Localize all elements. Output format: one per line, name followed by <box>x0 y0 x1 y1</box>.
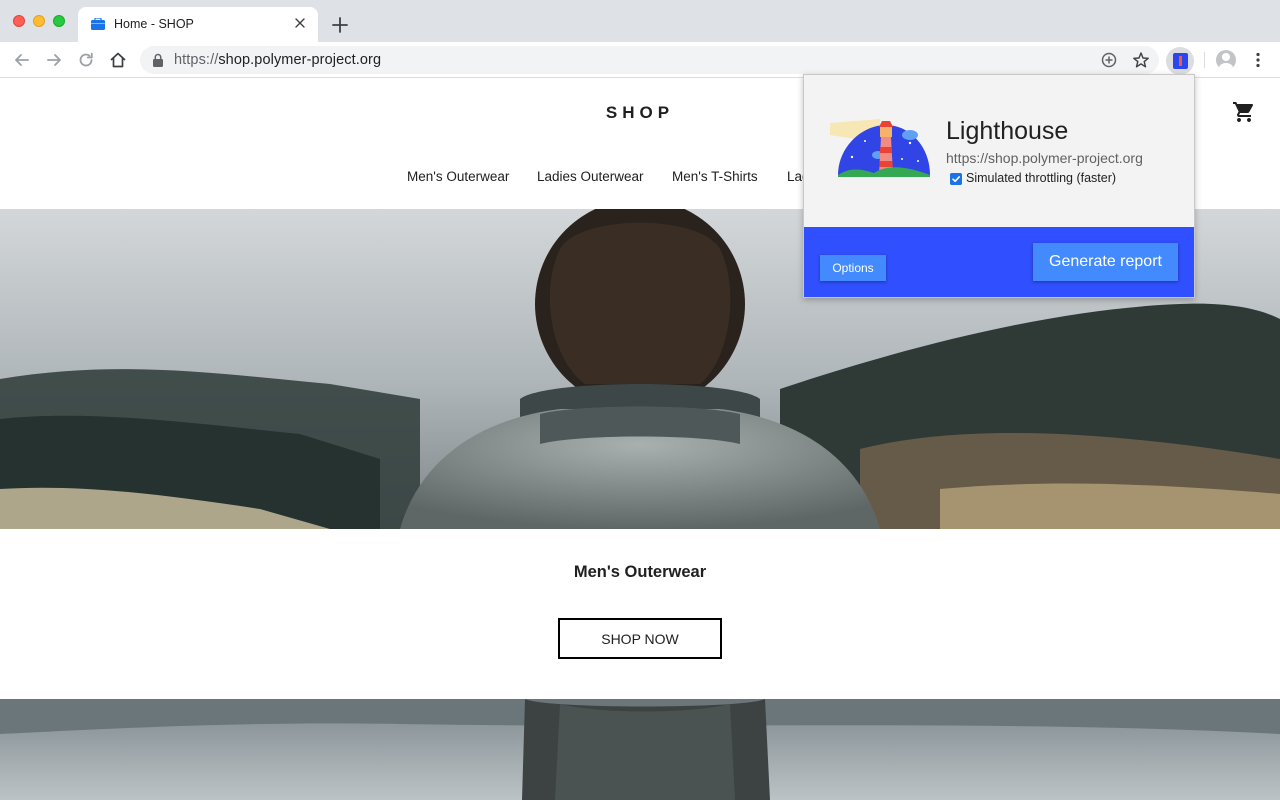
lighthouse-popup: Lighthouse https://shop.polymer-project.… <box>803 74 1195 298</box>
popup-footer: Options Generate report <box>804 227 1194 297</box>
toolbar-separator <box>1204 52 1205 68</box>
options-button[interactable]: Options <box>820 255 886 281</box>
secondary-hero-image[interactable] <box>0 699 1280 800</box>
window-close-button[interactable] <box>13 15 25 27</box>
new-tab-icon[interactable] <box>330 15 350 35</box>
lighthouse-logo-icon <box>830 119 930 177</box>
url-text[interactable]: https://shop.polymer-project.org <box>174 52 381 68</box>
address-bar[interactable]: https://shop.polymer-project.org <box>140 46 1159 74</box>
window-minimize-button[interactable] <box>33 15 45 27</box>
popup-title: Lighthouse <box>946 117 1069 145</box>
lock-icon[interactable] <box>152 53 164 67</box>
home-icon[interactable] <box>108 50 128 70</box>
nav-ladies-outerwear[interactable]: Ladies Outerwear <box>537 169 644 184</box>
window-maximize-button[interactable] <box>53 15 65 27</box>
shop-now-button[interactable]: SHOP NOW <box>558 618 722 659</box>
tab-close-icon[interactable] <box>292 15 308 31</box>
lighthouse-extension-icon <box>1173 53 1188 69</box>
nav-mens-outerwear[interactable]: Men's Outerwear <box>407 169 509 184</box>
more-icon[interactable] <box>1250 51 1266 69</box>
popup-url: https://shop.polymer-project.org <box>946 150 1143 166</box>
tab-title: Home - SHOP <box>114 17 194 31</box>
nav-mens-tshirts[interactable]: Men's T-Shirts <box>672 169 758 184</box>
browser-toolbar: https://shop.polymer-project.org <box>0 42 1280 78</box>
browser-tab[interactable]: Home - SHOP <box>78 7 318 42</box>
category-title: Men's Outerwear <box>573 563 707 581</box>
lighthouse-extension-button[interactable] <box>1166 47 1194 75</box>
forward-icon[interactable] <box>44 50 64 70</box>
add-icon[interactable] <box>1100 51 1118 69</box>
star-icon[interactable] <box>1132 51 1150 69</box>
tab-strip: Home - SHOP <box>0 0 1280 42</box>
throttling-checkbox[interactable] <box>950 173 962 185</box>
back-icon[interactable] <box>12 50 32 70</box>
shop-favicon-icon <box>91 18 105 30</box>
reload-icon[interactable] <box>76 50 96 70</box>
cart-icon[interactable] <box>1232 100 1256 124</box>
throttling-checkbox-label[interactable]: Simulated throttling (faster) <box>966 171 1116 185</box>
profile-icon[interactable] <box>1216 50 1236 70</box>
generate-report-button[interactable]: Generate report <box>1033 243 1178 281</box>
